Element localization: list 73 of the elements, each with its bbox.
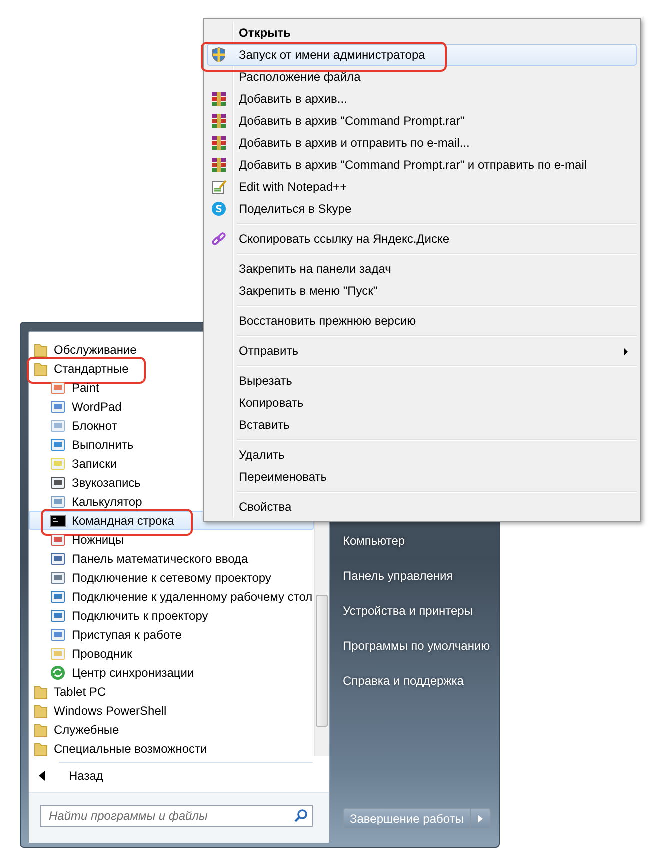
program-item[interactable]: Подключение к сетевому проектору — [29, 568, 314, 587]
menu-item[interactable]: Запуск от имени администратора — [207, 44, 637, 66]
program-icon — [50, 494, 66, 510]
menu-item[interactable]: Скопировать ссылку на Яндекс.Диске — [207, 228, 637, 250]
archive-icon — [211, 91, 227, 107]
program-icon — [50, 626, 66, 642]
start-menu-link[interactable]: Устройства и принтеры — [343, 600, 499, 635]
program-item[interactable]: Специальные возможности — [29, 739, 314, 758]
program-icon — [50, 532, 66, 548]
arrow-icon — [478, 814, 483, 822]
program-item[interactable]: Приступая к работе — [29, 625, 314, 644]
link-icon — [211, 231, 227, 247]
folder-icon — [34, 342, 48, 358]
program-icon — [50, 380, 66, 396]
menu-item[interactable]: Добавить в архив "Command Prompt.rar" — [207, 110, 637, 132]
shield-icon — [211, 47, 227, 63]
archive-icon — [211, 113, 227, 129]
shutdown-options-button[interactable] — [470, 808, 491, 829]
program-icon — [50, 570, 66, 586]
program-icon — [50, 608, 66, 624]
console-icon — [50, 514, 66, 526]
menu-item[interactable]: Вставить — [207, 414, 637, 436]
program-icon — [50, 550, 66, 566]
search-field[interactable]: Найти программы и файлы — [40, 805, 313, 827]
start-menu-link[interactable]: Панель управления — [343, 565, 499, 600]
program-item[interactable]: Проводник — [29, 644, 314, 663]
scroll-thumb[interactable] — [316, 595, 328, 727]
program-icon — [50, 436, 66, 452]
menu-item[interactable]: Поделиться в Skype — [207, 198, 637, 220]
back-link[interactable]: Назад — [69, 769, 104, 783]
menu-item[interactable]: Вырезать — [207, 370, 637, 392]
program-icon — [50, 474, 66, 490]
program-item[interactable]: Подключить к проектору — [29, 606, 314, 625]
menu-item[interactable]: Отправить — [207, 340, 637, 362]
menu-item[interactable]: Добавить в архив... — [207, 88, 637, 110]
notepad-icon — [211, 179, 227, 195]
start-menu-link[interactable]: Компьютер — [343, 530, 499, 565]
menu-item[interactable]: Восстановить прежнюю версию — [207, 310, 637, 332]
archive-icon — [211, 135, 227, 151]
folder-icon — [34, 360, 48, 376]
archive-icon — [211, 157, 227, 173]
program-icon — [50, 418, 66, 434]
program-item[interactable]: Tablet PC — [29, 682, 314, 701]
menu-item[interactable]: Удалить — [207, 444, 637, 466]
folder-icon — [34, 684, 48, 700]
program-icon — [50, 646, 66, 662]
menu-item[interactable]: Добавить в архив и отправить по e-mail... — [207, 132, 637, 154]
start-menu-link[interactable]: Справка и поддержка — [343, 670, 499, 705]
menu-item[interactable]: Закрепить в меню "Пуск" — [207, 280, 637, 302]
program-item[interactable]: Ножницы — [29, 530, 314, 549]
program-item[interactable]: Служебные — [29, 720, 314, 739]
program-item[interactable]: Windows PowerShell — [29, 701, 314, 720]
menu-item[interactable]: Закрепить на панели задач — [207, 258, 637, 280]
menu-item[interactable]: Переименовать — [207, 466, 637, 488]
start-menu-link[interactable]: Программы по умолчанию — [343, 635, 499, 670]
folder-icon — [34, 740, 48, 756]
program-item[interactable]: Центр синхронизации — [29, 663, 314, 682]
program-icon — [50, 398, 66, 414]
program-item[interactable]: Подключение к удаленному рабочему стол — [29, 587, 314, 606]
program-icon — [50, 588, 66, 604]
search-icon — [294, 809, 308, 823]
skype-icon — [211, 201, 227, 217]
folder-icon — [34, 722, 48, 738]
folder-icon — [34, 702, 48, 718]
menu-item[interactable]: Добавить в архив "Command Prompt.rar" и отправить по e-mail — [207, 154, 637, 176]
back-arrow-icon — [39, 771, 45, 781]
menu-item[interactable]: Открыть — [207, 22, 637, 44]
program-icon — [50, 456, 66, 472]
menu-item[interactable]: Копировать — [207, 392, 637, 414]
program-item[interactable]: Панель математического ввода — [29, 549, 314, 568]
sync-icon — [50, 664, 66, 680]
menu-item[interactable]: Edit with Notepad++ — [207, 176, 637, 198]
menu-item[interactable]: Расположение файла — [207, 66, 637, 88]
